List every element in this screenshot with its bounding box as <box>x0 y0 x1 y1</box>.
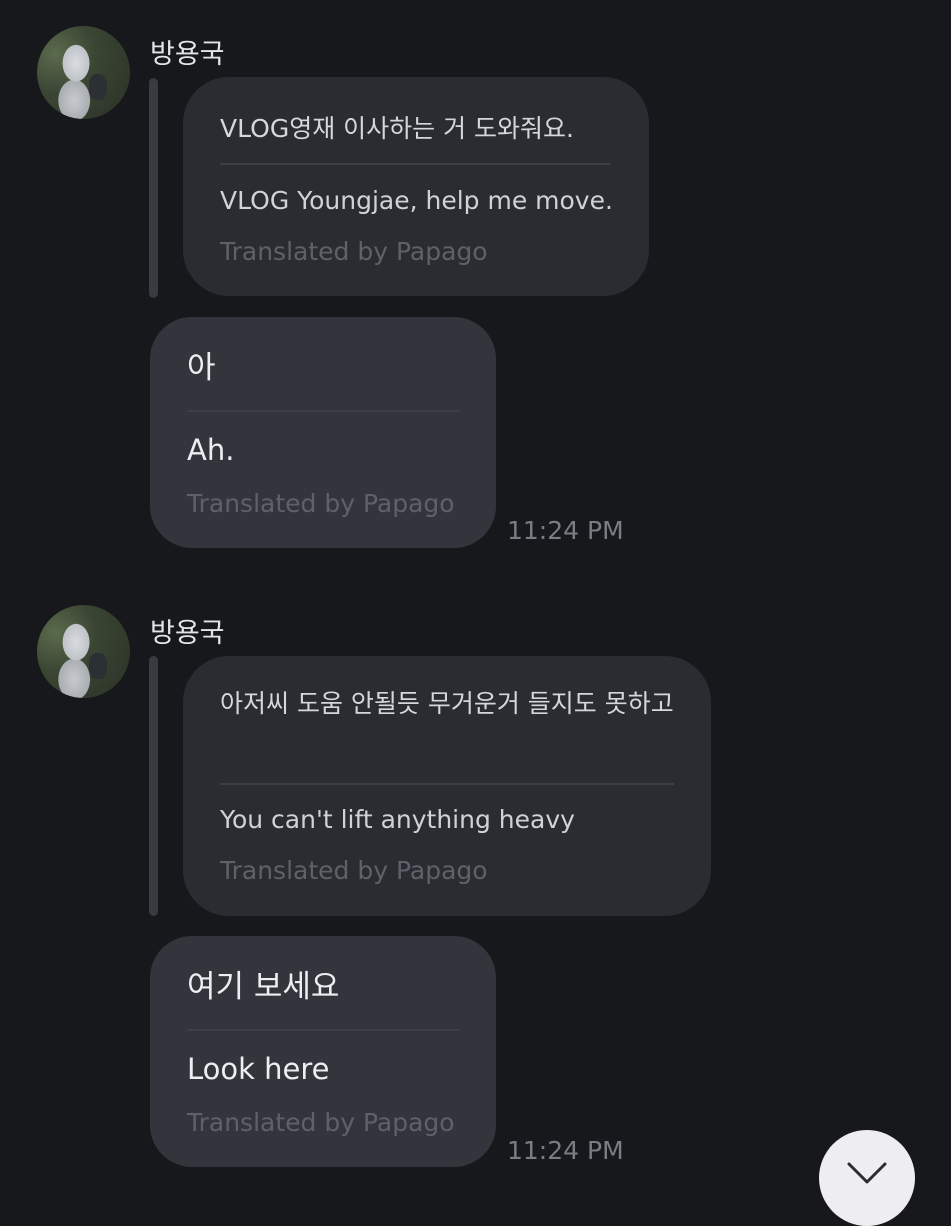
divider <box>220 783 674 785</box>
translation-credit: Translated by Papago <box>220 237 488 266</box>
message-timestamp: 11:24 PM <box>507 1136 624 1165</box>
message-bubble[interactable]: 아저씨 도움 안될듯 무거운거 들지도 못하고 You can't lift a… <box>183 656 711 916</box>
avatar[interactable] <box>37 26 130 119</box>
translation-credit: Translated by Papago <box>187 489 455 518</box>
quote-bar <box>149 656 158 916</box>
scroll-to-bottom-button[interactable] <box>819 1130 915 1226</box>
translation-credit: Translated by Papago <box>220 856 488 885</box>
original-text: 아 <box>187 350 216 386</box>
translated-text: Ah. <box>187 433 235 467</box>
divider <box>220 163 610 165</box>
translation-credit: Translated by Papago <box>187 1108 455 1137</box>
avatar[interactable] <box>37 605 130 698</box>
original-text: VLOG영재 이사하는 거 도와줘요. <box>220 114 574 143</box>
sender-name: 방용국 <box>150 39 225 70</box>
chevron-down-icon <box>847 1162 887 1184</box>
message-timestamp: 11:24 PM <box>507 516 624 545</box>
translated-text: Look here <box>187 1052 330 1086</box>
translated-text: You can't lift anything heavy <box>220 805 575 834</box>
message-bubble[interactable]: 아 Ah. Translated by Papago <box>150 317 496 548</box>
original-text: 아저씨 도움 안될듯 무거운거 들지도 못하고 <box>220 689 674 718</box>
divider <box>187 410 459 412</box>
original-text: 여기 보세요 <box>187 969 340 1005</box>
message-bubble[interactable]: 여기 보세요 Look here Translated by Papago <box>150 936 496 1167</box>
divider <box>187 1029 459 1031</box>
sender-name: 방용국 <box>150 618 225 649</box>
translated-text: VLOG Youngjae, help me move. <box>220 186 613 215</box>
message-bubble[interactable]: VLOG영재 이사하는 거 도와줘요. VLOG Youngjae, help … <box>183 77 649 296</box>
quote-bar <box>149 78 158 298</box>
